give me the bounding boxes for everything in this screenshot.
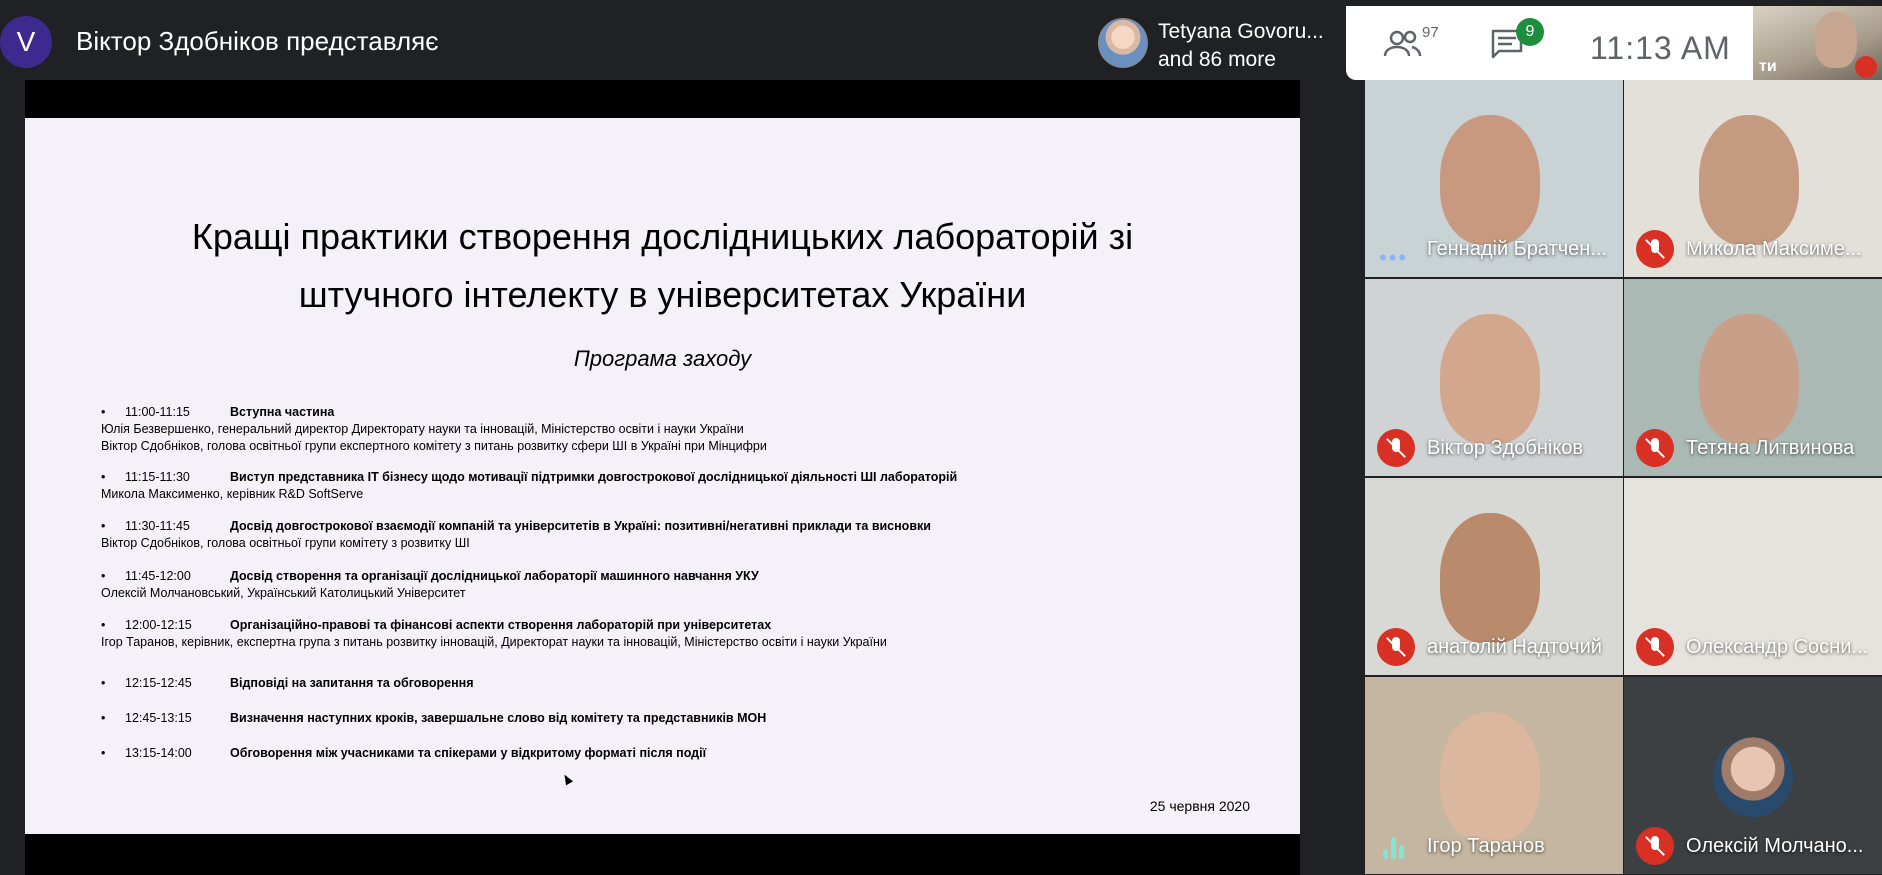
bullet: • — [101, 470, 106, 484]
participant-name: Олексій Молчано... — [1686, 835, 1864, 857]
agenda-time: 11:15-11:30 — [125, 470, 190, 484]
agenda-time: 13:15-14:00 — [125, 746, 192, 760]
agenda-time: 11:45-12:00 — [125, 569, 191, 583]
participant-avatar — [1713, 737, 1793, 817]
mic-off-icon — [1377, 628, 1415, 666]
mic-off-icon — [1636, 628, 1674, 666]
participant-video — [1440, 712, 1540, 842]
agenda-time: 11:30-11:45 — [125, 519, 190, 533]
presenter-avatar: V — [0, 16, 52, 68]
agenda-title: Визначення наступних кроків, завершальне… — [230, 711, 767, 725]
agenda-title: Досвід довгострокової взаємодії компаній… — [230, 519, 931, 533]
participant-tile[interactable]: анатолій Надточий — [1365, 478, 1623, 675]
bullet: • — [101, 569, 106, 583]
presenting-label: Віктор Здобніков представляє — [76, 26, 439, 56]
agenda-item: • 12:15-12:45 Відповіді на запитання та об… — [101, 675, 1241, 692]
agenda-item: • 11:15-11:30 Виступ представника IT бізне… — [101, 469, 1241, 503]
self-view-tile[interactable]: ти — [1753, 6, 1882, 80]
agenda-speaker: Віктор Сдобніков, голова освітньої групи… — [101, 536, 470, 550]
agenda-speaker: Ігор Таранов, керівник, експертна група … — [101, 635, 887, 649]
meeting-controls: 97 9 11:13 AM — [1346, 6, 1753, 80]
agenda-title: Досвід створення та організації дослідни… — [230, 569, 759, 583]
participant-name: Олександр Сосни... — [1686, 636, 1869, 658]
mic-off-icon — [1377, 429, 1415, 467]
agenda-item: • 12:45-13:15 Визначення наступних кроків,… — [101, 710, 1241, 727]
agenda-time: 12:15-12:45 — [125, 676, 192, 690]
agenda-time: 12:45-13:15 — [125, 711, 192, 725]
bullet: • — [101, 746, 106, 760]
agenda-title: Обговорення між учасниками та спікерами … — [230, 746, 707, 760]
slide-title-line-2: штучного інтелекту в університетах Украї… — [298, 274, 1027, 315]
agenda-speaker: Олексій Молчановський, Український Катол… — [101, 586, 466, 600]
more-options-icon[interactable]: ••• — [1379, 245, 1408, 271]
slide-date: 25 червня 2020 — [1149, 798, 1250, 814]
participant-preview-more: and 86 more — [1158, 48, 1276, 71]
participant-tile[interactable]: Олександр Сосни... — [1624, 478, 1882, 675]
bullet: • — [101, 618, 106, 632]
self-label: ти — [1759, 58, 1777, 75]
bullet: • — [101, 405, 106, 419]
mic-off-icon — [1636, 827, 1674, 865]
chat-badge: 9 — [1516, 18, 1544, 46]
participant-video — [1440, 314, 1540, 444]
agenda-title: Організаційно-правові та фінансові аспек… — [230, 618, 772, 632]
mic-off-icon — [1636, 429, 1674, 467]
participant-name: Ігор Таранов — [1427, 835, 1545, 857]
people-count: 97 — [1422, 24, 1439, 41]
participant-video — [1440, 513, 1540, 643]
participant-video — [1699, 314, 1799, 444]
participants-preview[interactable]: Tetyana Govoru... and 86 more — [1088, 6, 1346, 80]
participant-preview-name: Tetyana Govoru... — [1158, 20, 1324, 43]
mic-off-icon — [1636, 230, 1674, 268]
participant-tile[interactable]: Віктор Здобніков — [1365, 279, 1623, 476]
participant-tile[interactable]: ••• Геннадій Братчен... — [1365, 80, 1623, 277]
participant-name: Тетяна Литвинова — [1686, 437, 1855, 459]
mouse-cursor-icon — [561, 772, 573, 786]
agenda-title: Відповіді на запитання та обговорення — [230, 676, 474, 690]
participant-name: Микола Максиме... — [1686, 238, 1862, 260]
slide-subtitle: Програма заходу — [573, 346, 752, 371]
participant-video — [1699, 115, 1799, 245]
agenda-item: • 12:00-12:15 Організаційно-правові та фін… — [101, 617, 1241, 651]
participant-preview-avatar — [1098, 18, 1148, 68]
agenda-speaker: Юлія Безвершенко, генеральний директор Д… — [101, 422, 744, 436]
agenda-title: Виступ представника IT бізнесу щодо моти… — [230, 470, 958, 484]
participant-tile[interactable]: Микола Максиме... — [1624, 80, 1882, 277]
participant-name: Геннадій Братчен... — [1427, 238, 1608, 260]
participant-tile[interactable]: Олексій Молчано... — [1624, 677, 1882, 874]
agenda-item: • 11:30-11:45 Досвід довгострокової взаємо… — [101, 518, 1241, 552]
top-bar: V Віктор Здобніков представляє Tetyana G… — [0, 0, 1882, 80]
participant-grid: ••• Геннадій Братчен... Микола Максиме..… — [1365, 80, 1882, 875]
agenda-item: • 11:00-11:15 Вступна частина Юлія Безверш… — [101, 404, 1241, 455]
participant-tile[interactable]: Тетяна Литвинова — [1624, 279, 1882, 476]
slide-title-line-1: Кращі практики створення дослідницьких л… — [191, 216, 1134, 257]
slide-title: Кращі практики створення дослідницьких л… — [25, 208, 1300, 324]
bullet: • — [101, 676, 106, 690]
bullet: • — [101, 711, 106, 725]
participant-name: Віктор Здобніков — [1427, 437, 1584, 459]
agenda-item: • 13:15-14:00 Обговорення між учасниками т… — [101, 745, 1241, 762]
participant-name: анатолій Надточий — [1427, 636, 1602, 658]
agenda-title: Вступна частина — [230, 405, 335, 419]
bullet: • — [101, 519, 106, 533]
agenda-speaker: Микола Максименко, керівник R&D SoftServ… — [101, 487, 364, 501]
people-icon[interactable] — [1382, 28, 1422, 60]
agenda-speaker: Віктор Сдобніков, голова освітньої групи… — [101, 439, 767, 453]
clock: 11:13 AM — [1590, 30, 1731, 66]
self-video — [1815, 12, 1857, 68]
agenda-time: 11:00-11:15 — [125, 405, 190, 419]
participant-tile[interactable]: Ігор Таранов — [1365, 677, 1623, 874]
mic-off-icon — [1855, 56, 1877, 78]
agenda-time: 12:00-12:15 — [125, 618, 192, 632]
agenda-item: • 11:45-12:00 Досвід створення та організа… — [101, 568, 1241, 602]
participant-video — [1440, 115, 1540, 245]
speaking-indicator-icon — [1383, 835, 1409, 859]
presentation-slide: Кращі практики створення дослідницьких л… — [25, 118, 1300, 834]
